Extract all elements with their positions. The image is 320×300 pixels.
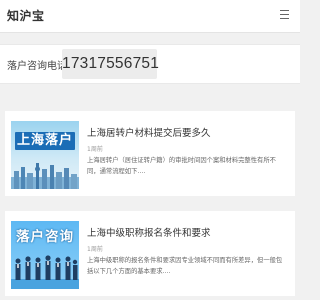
article-summary: 上海中级职称的报名条件和要求因专业领域不同而有所差异，但一般包括以下几个方面的基…	[87, 257, 283, 275]
phone-number[interactable]: 17317556751	[62, 49, 159, 79]
thumbnail-banner-text: 上海落户	[15, 132, 75, 150]
article-time: 1周前	[87, 146, 103, 153]
site-logo[interactable]: 知沪宝	[7, 7, 45, 24]
article-summary: 上海居转户（居住证转户籍）的审批时间因个案和材料完整性有所不同，通常流程如下..…	[87, 157, 276, 175]
article-title[interactable]: 上海中级职称报名条件和要求	[87, 225, 211, 239]
article-card[interactable]: 落户咨询 上海中级职称报名条件和要求 1周前 上海中级职称的报名条件和要求因专业…	[5, 211, 295, 296]
article-card[interactable]: 上海落户 上海居转户材料提交后要多久 1周前 上海居转户（居住证转户籍）的审批时…	[5, 111, 295, 196]
contact-phone-bar: 落户咨询电话: 17317556751	[0, 44, 300, 84]
city-skyline-illustration	[11, 163, 79, 189]
top-bar: 知沪宝	[0, 0, 300, 33]
article-thumbnail[interactable]: 落户咨询	[11, 221, 79, 289]
business-people-illustration	[11, 255, 79, 289]
hamburger-menu-icon[interactable]	[280, 10, 289, 20]
thumbnail-banner-text: 落户咨询	[16, 229, 74, 245]
article-time: 1周前	[87, 246, 103, 253]
article-title[interactable]: 上海居转户材料提交后要多久	[87, 125, 211, 139]
contact-label: 落户咨询电话:	[7, 61, 71, 72]
article-thumbnail[interactable]: 上海落户	[11, 121, 79, 189]
